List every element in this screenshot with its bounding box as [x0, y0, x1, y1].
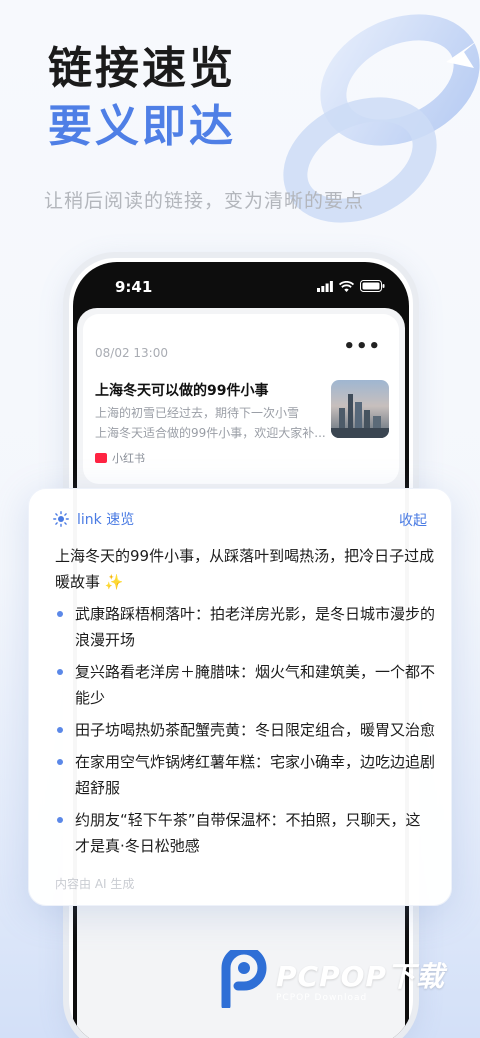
collapse-button[interactable]: 收起 — [399, 510, 427, 530]
headline: 链接速览 要义即达 — [48, 40, 236, 156]
watermark-brand: PCPOP下载 — [276, 960, 445, 993]
summary-point-text: 复兴路看老洋房＋腌腊味：烟火气和建筑美，一个都不能少 — [75, 663, 436, 707]
summary-point-text: 田子坊喝热奶茶配蟹壳黄：冬日限定组合，暖胃又治愈 — [75, 721, 436, 739]
bullet-dot — [57, 611, 63, 617]
headline-line2: 要义即达 — [48, 101, 236, 152]
pcpop-logo-icon — [221, 950, 267, 1008]
status-bar: 9:41 — [73, 262, 409, 314]
xiaohongshu-logo-icon — [95, 453, 107, 463]
chain-link-decoration — [283, 14, 480, 223]
summary-point: 在家用空气炸锅烤红薯年糕：宅家小确幸，边吃边追剧超舒服 — [55, 749, 435, 801]
city-skyline-image — [331, 394, 389, 438]
summary-points: 武康路踩梧桐落叶：拍老洋房光影，是冬日城市漫步的浪漫开场 复兴路看老洋房＋腌腊味… — [55, 601, 435, 865]
feed-description-line1: 上海的初雪已经过去，期待下一次小雪 — [95, 406, 300, 420]
bullet-dot — [57, 759, 63, 765]
summary-point-text: 在家用空气炸锅烤红薯年糕：宅家小确幸，边吃边追剧超舒服 — [75, 753, 436, 797]
subtitle: 让稍后阅读的链接，变为清晰的要点 — [44, 190, 365, 212]
feed-source: 小红书 — [95, 450, 145, 466]
summary-intro: 上海冬天的99件小事，从踩落叶到喝热汤，把冷日子过成暖故事 ✨ — [55, 547, 435, 591]
signal-icon — [317, 280, 333, 292]
watermark: PCPOP下载 PCPOP Download — [220, 950, 445, 1008]
summary-point: 约朋友“轻下午茶”自带保温杯：不拍照，只聊天，这才是真·冬日松弛感 — [55, 807, 435, 859]
sparkle-sun-icon — [53, 511, 69, 527]
summary-point-text: 约朋友“轻下午茶”自带保温杯：不拍照，只聊天，这才是真·冬日松弛感 — [75, 811, 421, 855]
feed-title[interactable]: 上海冬天可以做的99件小事 — [95, 380, 268, 400]
headline-line1: 链接速览 — [48, 43, 236, 94]
feed-thumbnail[interactable] — [331, 380, 389, 438]
feed-date: 08/02 13:00 — [95, 346, 168, 360]
summary-point: 复兴路看老洋房＋腌腊味：烟火气和建筑美，一个都不能少 — [55, 659, 435, 711]
summary-point: 田子坊喝热奶茶配蟹壳黄：冬日限定组合，暖胃又治愈 — [55, 717, 435, 743]
feed-card[interactable]: 08/02 13:00 ••• 上海冬天可以做的99件小事 上海的初雪已经过去，… — [83, 314, 399, 484]
summary-title: link 速览 — [77, 512, 135, 528]
source-name: 小红书 — [112, 452, 145, 465]
wifi-icon — [339, 280, 354, 292]
summary-point: 武康路踩梧桐落叶：拍老洋房光影，是冬日城市漫步的浪漫开场 — [55, 601, 435, 653]
summary-point-text: 武康路踩梧桐落叶：拍老洋房光影，是冬日城市漫步的浪漫开场 — [75, 605, 436, 649]
feed-description-line2: 上海冬天适合做的99件小事，欢迎大家补... — [95, 426, 326, 440]
ai-generated-note: 内容由 AI 生成 — [55, 877, 135, 891]
more-options-icon[interactable]: ••• — [343, 336, 381, 357]
summary-header: link 速览 — [53, 509, 134, 529]
status-icons — [317, 280, 385, 292]
watermark-text: PCPOP下载 PCPOP Download — [276, 955, 445, 1003]
bullet-dot — [57, 669, 63, 675]
bullet-dot — [57, 817, 63, 823]
status-time: 9:41 — [115, 278, 153, 296]
battery-icon — [360, 280, 385, 292]
bullet-dot — [57, 727, 63, 733]
link-summary-panel: link 速览 收起 上海冬天的99件小事，从踩落叶到喝热汤，把冷日子过成暖故事… — [28, 488, 452, 906]
